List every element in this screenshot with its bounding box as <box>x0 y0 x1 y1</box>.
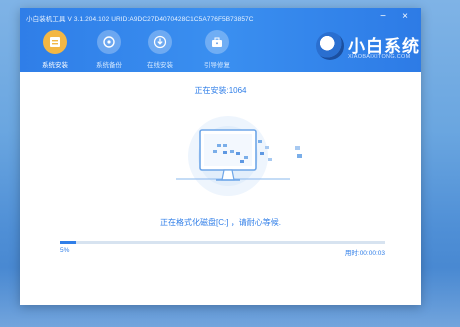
backup-icon <box>97 30 121 54</box>
tab-online-install[interactable]: 在线安装 <box>136 28 184 72</box>
progress-bar <box>60 241 385 244</box>
tab-system-install[interactable]: 系统安装 <box>31 28 79 72</box>
install-status: 正在安装:1064 <box>194 86 247 95</box>
tab-label: 系统备份 <box>96 62 122 69</box>
logo-site: XIAOBAIXITONG.COM <box>348 54 411 60</box>
elapsed-time: 用时:00:00:03 <box>344 250 385 257</box>
progress-fill <box>60 241 77 244</box>
minimize-icon[interactable]: − <box>377 11 389 23</box>
tab-label: 系统安装 <box>42 62 68 69</box>
progress-message: 正在格式化磁盘[C:] ，请耐心等候. <box>160 218 281 227</box>
monitor-icon <box>176 116 302 196</box>
tab-system-backup[interactable]: 系统备份 <box>85 28 133 72</box>
installer-window: 小白装机工具 V 3.1.204.102 URID:A9DC27D4070428… <box>20 8 421 305</box>
logo-icon <box>316 32 344 60</box>
tab-boot-repair[interactable]: 引导修复 <box>193 28 241 72</box>
brand-logo: 小白系统 XIAOBAIXITONG.COM <box>316 30 419 66</box>
window-header: 小白装机工具 V 3.1.204.102 URID:A9DC27D4070428… <box>20 8 421 72</box>
toolbox-icon <box>205 30 229 54</box>
monitor-illustration <box>170 116 310 206</box>
progress-percent: 5% <box>60 247 70 254</box>
tab-label: 引导修复 <box>204 62 230 69</box>
close-icon[interactable]: × <box>399 11 411 23</box>
install-icon <box>43 30 67 54</box>
tab-label: 在线安装 <box>147 62 173 69</box>
download-icon <box>148 30 172 54</box>
window-title: 小白装机工具 V 3.1.204.102 URID:A9DC27D4070428… <box>26 16 254 23</box>
